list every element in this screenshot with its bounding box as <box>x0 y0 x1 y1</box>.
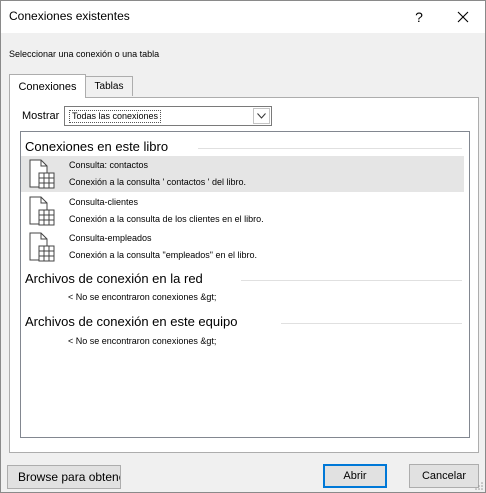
group-divider <box>281 323 462 324</box>
connection-name: Consulta: contactos <box>69 160 149 170</box>
tab-tablas-label: Tablas <box>94 81 124 92</box>
title-bar: Conexiones existentes ? <box>1 1 485 33</box>
table-connection-icon <box>29 232 55 262</box>
connection-name: Consulta-clientes <box>69 197 139 207</box>
connection-item-empleados[interactable]: Consulta-empleados Conexión a la consult… <box>21 229 464 265</box>
group-divider <box>241 280 462 281</box>
empty-computer-message: < No se encontraron conexiones &gt; <box>68 336 217 346</box>
help-icon: ? <box>415 9 423 25</box>
group-divider <box>198 148 462 149</box>
empty-network-message: < No se encontraron conexiones &gt; <box>68 292 217 302</box>
connection-item-contactos[interactable]: Consulta: contactos Conexión a la consul… <box>21 156 464 192</box>
show-filter-label: Mostrar <box>22 110 60 122</box>
tab-conexiones[interactable]: Conexiones <box>9 74 86 98</box>
connection-description: Conexión a la consulta ' contactos ' del… <box>69 177 247 187</box>
close-button[interactable] <box>443 1 483 33</box>
open-button[interactable]: Abrir <box>323 464 387 488</box>
connections-tab-panel: Mostrar Todas las conexiones Conexiones … <box>9 97 479 453</box>
show-filter-value: Todas las conexiones <box>69 110 162 123</box>
connection-description: Conexión a la consulta "empleados" en el… <box>69 250 258 260</box>
cancel-button[interactable]: Cancelar <box>409 464 479 488</box>
tab-conexiones-label: Conexiones <box>18 80 77 93</box>
table-connection-icon <box>29 196 55 226</box>
group-header-computer: Archivos de conexión en este equipo <box>25 314 238 329</box>
group-header-network: Archivos de conexión en la red <box>25 271 203 286</box>
connection-item-clientes[interactable]: Consulta-clientes Conexión a la consulta… <box>21 193 464 229</box>
resize-grip-icon[interactable] <box>474 481 484 491</box>
dialog-subtitle: Seleccionar una conexión o una tabla <box>9 49 160 59</box>
existing-connections-dialog: Conexiones existentes ? Seleccionar una … <box>0 0 486 493</box>
connection-name: Consulta-empleados <box>69 233 152 243</box>
show-filter-dropdown-button[interactable] <box>253 108 270 124</box>
chevron-down-icon <box>257 113 266 119</box>
show-filter-select[interactable]: Todas las conexiones <box>64 106 272 126</box>
table-connection-icon <box>29 159 55 189</box>
dialog-title: Conexiones existentes <box>9 9 130 23</box>
close-icon <box>457 11 469 23</box>
connections-list[interactable]: Conexiones en este libro Consulta: conta… <box>20 131 470 438</box>
help-button[interactable]: ? <box>399 1 439 33</box>
browse-button[interactable]: Browse para obtener más información... <box>7 465 121 489</box>
group-header-workbook: Conexiones en este libro <box>25 139 169 154</box>
connection-description: Conexión a la consulta de los clientes e… <box>69 214 264 224</box>
tab-tablas[interactable]: Tablas <box>85 76 133 96</box>
